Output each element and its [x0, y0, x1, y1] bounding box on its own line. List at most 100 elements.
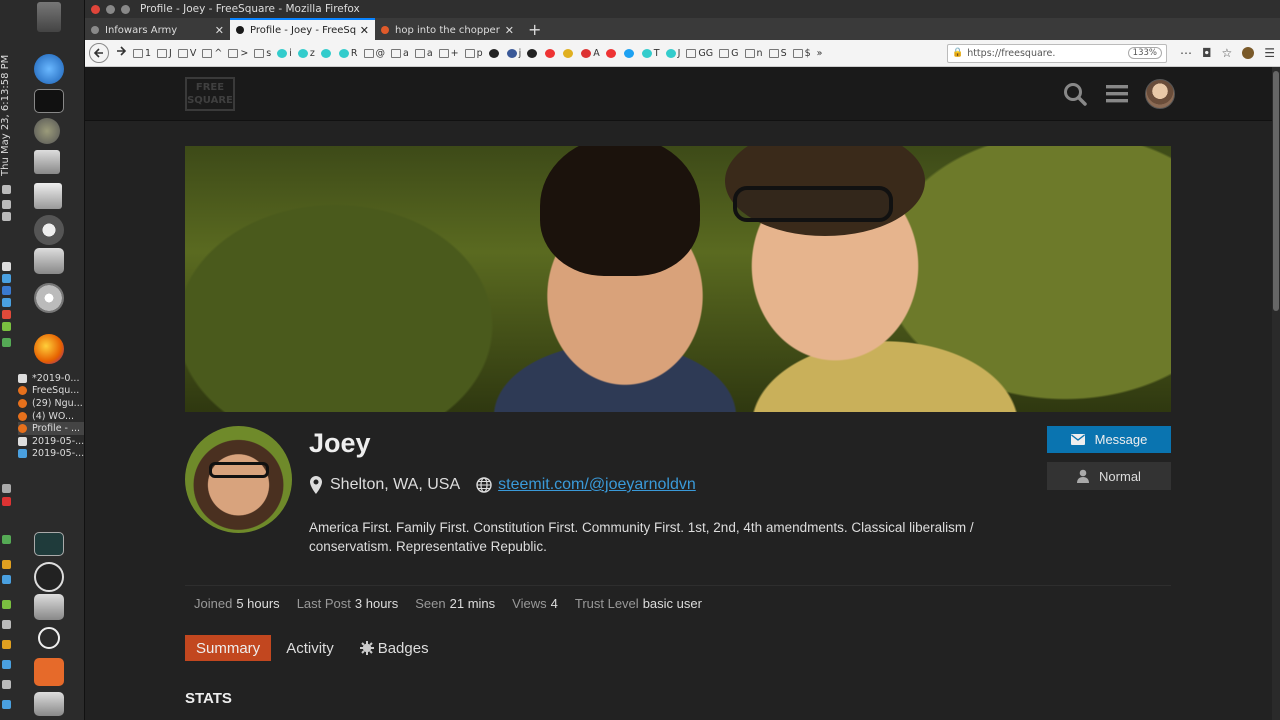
- tab-label: Infowars Army: [105, 24, 178, 36]
- bookmark-item[interactable]: A: [581, 48, 600, 59]
- new-tab-button[interactable]: +: [520, 20, 549, 40]
- more-icon[interactable]: ⋯: [1180, 46, 1192, 60]
- bookmark-item[interactable]: S: [768, 48, 787, 59]
- bookmark-icon: [297, 48, 308, 58]
- firefox-icon[interactable]: [34, 334, 64, 364]
- power-icon[interactable]: [38, 627, 60, 649]
- bookmark-item[interactable]: J: [157, 48, 172, 59]
- bookmark-item[interactable]: s: [254, 48, 271, 59]
- search-icon[interactable]: [1061, 80, 1089, 108]
- bookmarks-overflow-icon[interactable]: »: [817, 48, 823, 59]
- bookmark-item[interactable]: a: [414, 48, 433, 59]
- gimp-icon[interactable]: [34, 118, 60, 144]
- tray-icon-14: [2, 620, 11, 629]
- back-button[interactable]: [89, 43, 109, 63]
- scrollbar-thumb[interactable]: [1273, 71, 1279, 311]
- close-icon[interactable]: ✕: [360, 24, 369, 37]
- notification-level-button[interactable]: Normal: [1047, 462, 1171, 490]
- info-seen: Seen 21 mins: [415, 596, 496, 611]
- bookmark-item[interactable]: +: [438, 48, 459, 59]
- printer-icon[interactable]: [34, 183, 62, 209]
- window-item[interactable]: 2019-05-...: [18, 448, 84, 461]
- bookmark-item[interactable]: j: [506, 48, 521, 59]
- extension-icon[interactable]: [1242, 47, 1255, 59]
- window-item-icon: [18, 424, 27, 434]
- close-icon[interactable]: ✕: [215, 24, 224, 37]
- url-bar[interactable]: 🔒 https://freesquare. 133%: [946, 43, 1167, 63]
- page-content: FREE SQUARE Joey Shelton, WA, USA steemi…: [85, 67, 1280, 720]
- app-switcher-icon[interactable]: [34, 692, 64, 716]
- tab-badges[interactable]: Badges: [349, 635, 440, 661]
- terminal-icon[interactable]: [34, 89, 64, 113]
- window-item-active[interactable]: Profile - ...: [18, 422, 84, 435]
- bookmark-item[interactable]: >: [228, 48, 248, 59]
- bookmark-item[interactable]: [320, 48, 333, 58]
- menu-icon[interactable]: ☰: [1264, 46, 1275, 60]
- screenshot-icon[interactable]: [34, 594, 64, 620]
- bookmark-item[interactable]: a: [391, 48, 409, 59]
- close-icon[interactable]: ✕: [505, 24, 514, 37]
- tab-activity[interactable]: Activity: [275, 635, 345, 661]
- disc-icon[interactable]: [34, 283, 64, 313]
- bookmark-icon: [563, 48, 574, 58]
- bookmark-item[interactable]: i: [277, 48, 292, 59]
- window-item[interactable]: (29) Ngu...: [18, 397, 84, 410]
- hamburger-menu-icon[interactable]: [1103, 80, 1131, 108]
- bookmark-item[interactable]: n: [744, 48, 763, 59]
- close-window-button[interactable]: [91, 4, 100, 14]
- divider: [185, 585, 1171, 586]
- bookmark-item[interactable]: [545, 48, 557, 58]
- window-item[interactable]: *2019-0...: [18, 372, 84, 385]
- bookmark-item[interactable]: J: [665, 48, 680, 59]
- star-icon[interactable]: ☆: [1221, 46, 1232, 60]
- file-manager-icon[interactable]: [34, 248, 64, 274]
- maximize-window-button[interactable]: [121, 4, 130, 14]
- tab-profile[interactable]: Profile - Joey - FreeSqua ✕: [230, 18, 375, 40]
- bookmark-item[interactable]: G: [719, 48, 739, 59]
- current-user-avatar[interactable]: [1145, 79, 1175, 109]
- minimize-window-button[interactable]: [106, 4, 115, 14]
- bookmark-item[interactable]: V: [177, 48, 196, 59]
- bookmark-item[interactable]: 1: [133, 48, 151, 59]
- ubuntu-settings-icon[interactable]: [34, 215, 64, 245]
- bookmark-item[interactable]: [527, 48, 539, 58]
- page-scrollbar[interactable]: [1272, 67, 1280, 720]
- bookmark-item[interactable]: [623, 48, 636, 58]
- bookmark-item[interactable]: R: [338, 48, 358, 59]
- tab-infowars[interactable]: Infowars Army ✕: [85, 20, 230, 40]
- tray-icon-6: [2, 322, 11, 331]
- site-logo[interactable]: FREE SQUARE: [185, 77, 235, 111]
- message-button[interactable]: Message: [1047, 426, 1171, 453]
- window-item[interactable]: 2019-05-...: [18, 435, 84, 448]
- bookmark-item[interactable]: [563, 48, 575, 58]
- bookmark-item[interactable]: $: [792, 48, 811, 59]
- media-player-icon[interactable]: [34, 54, 64, 84]
- bookmark-item[interactable]: T: [641, 48, 660, 59]
- window-item[interactable]: FreeSqu...: [18, 385, 84, 398]
- bookmark-item[interactable]: z: [297, 48, 315, 59]
- installer-icon[interactable]: [34, 150, 60, 174]
- software-store-icon[interactable]: [34, 658, 64, 686]
- trash-icon[interactable]: [37, 2, 61, 32]
- bookmark-icon: [665, 48, 676, 58]
- forward-button[interactable]: [115, 45, 127, 61]
- bookmark-item[interactable]: [605, 48, 618, 58]
- bookmark-item[interactable]: @: [363, 48, 385, 59]
- tab-summary[interactable]: Summary: [185, 635, 272, 661]
- window-item[interactable]: (4) WO...: [18, 410, 84, 423]
- tab-chopper[interactable]: hop into the chopper an ✕: [375, 20, 520, 40]
- zoom-level[interactable]: 133%: [1127, 47, 1162, 59]
- pocket-icon[interactable]: ◘: [1202, 46, 1212, 60]
- desktop-dock: Thu May 23, 6:13:58 PM *2019-0... FreeSq…: [0, 0, 85, 720]
- bookmark-item[interactable]: p: [464, 48, 483, 59]
- profile-website-link[interactable]: steemit.com/@joeyarnoldvn: [498, 476, 696, 494]
- system-monitor-icon[interactable]: [34, 532, 64, 556]
- bookmark-item[interactable]: ^: [202, 48, 222, 59]
- globe-icon: [476, 477, 492, 493]
- obs-icon[interactable]: [34, 562, 64, 592]
- bookmark-icon: [228, 48, 239, 58]
- bookmark-icon: [605, 48, 616, 58]
- bookmark-item[interactable]: GG: [686, 48, 713, 59]
- bookmark-item[interactable]: [488, 48, 501, 58]
- bookmark-icon: [545, 48, 556, 58]
